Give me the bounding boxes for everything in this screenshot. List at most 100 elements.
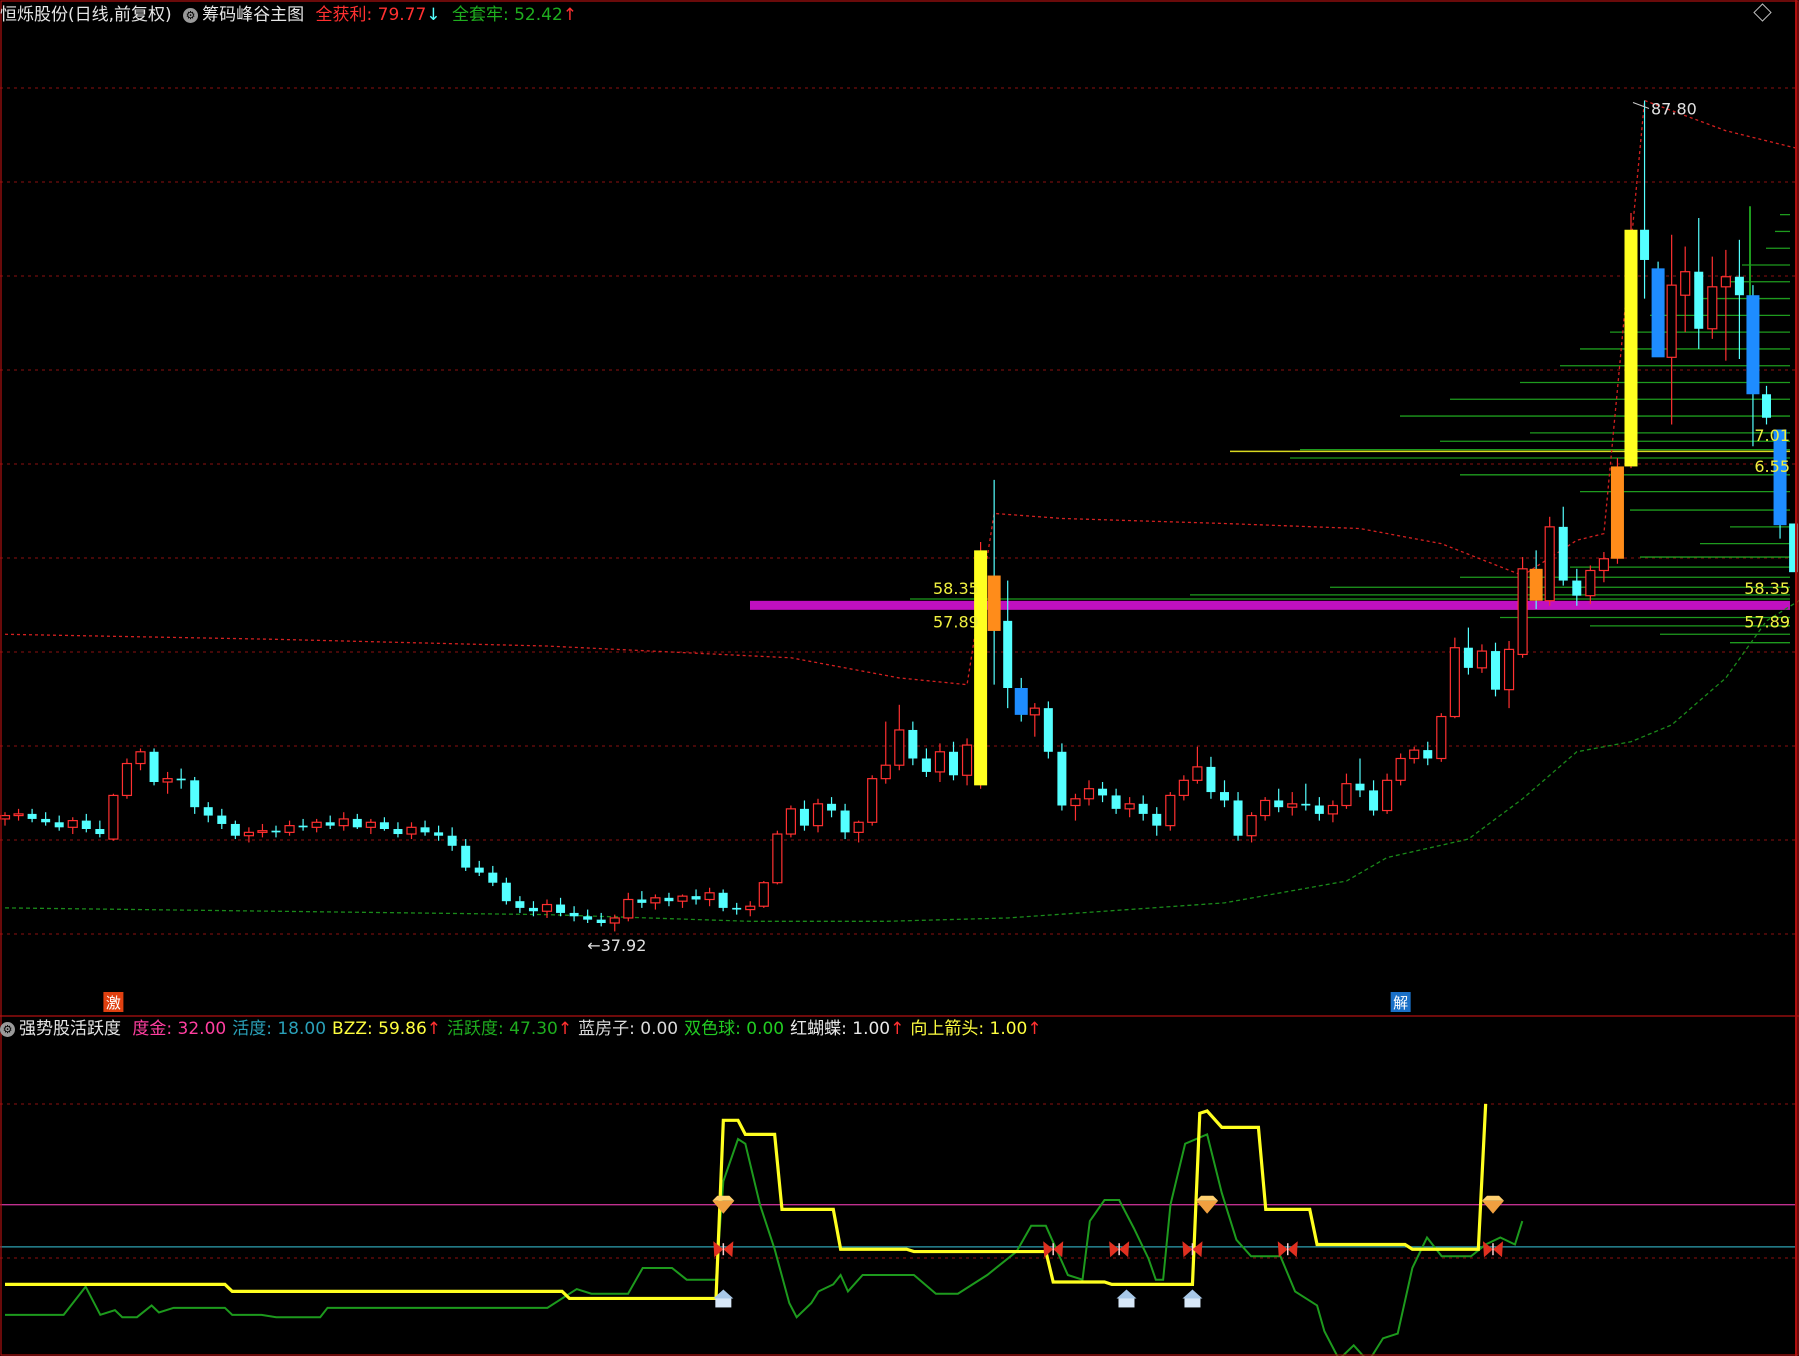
sub-value-item: 向上箭头: 1.00↑ (910, 1019, 1041, 1039)
candle (772, 830, 783, 885)
candle (677, 894, 688, 908)
sub-value-label: 蓝房子: (578, 1019, 635, 1039)
profit-arrow: ↓ (426, 5, 441, 25)
sub-value-label: 活跃度: (447, 1019, 504, 1039)
candle-body (54, 822, 64, 828)
candle-body (880, 764, 891, 780)
main-header: 恒烁股份(日线,前复权) ⚙ 筹码峰谷主图 全获利: 79.77↓ 全套牢: 52… (0, 2, 583, 28)
candle (1395, 753, 1406, 786)
sub-value-item: 双色球: 0.00 (684, 1019, 784, 1039)
chart-canvas: 87.80 ←37.92 58.35 57.89 58.35 57.89 7.01 6.55 激… (0, 0, 1799, 1356)
candle (1640, 100, 1650, 299)
candle-body (772, 833, 783, 884)
candle (569, 906, 579, 922)
candle-body (704, 892, 715, 901)
candle-body (162, 778, 173, 783)
candle (1544, 516, 1555, 606)
candle (1529, 550, 1543, 610)
candle (149, 748, 159, 786)
candle (1165, 792, 1176, 831)
candle-body (1098, 788, 1108, 796)
candle-body (1585, 569, 1596, 597)
sub-header: ⚙ 强势股活跃度 度金: 32.00 活度: 18.00 BZZ: 59.86↑ 活跃度… (0, 1016, 1054, 1042)
candle-body (528, 907, 538, 912)
candle (1043, 701, 1053, 759)
butterfly-marker (713, 1241, 734, 1258)
candle-body (949, 751, 958, 776)
candle-body (650, 897, 661, 904)
sub-settings-icon[interactable]: ⚙ (0, 1021, 15, 1037)
candle-body-highlight (1529, 568, 1543, 601)
candle-body (1680, 271, 1691, 296)
candle (732, 902, 742, 915)
indicator-name[interactable]: 筹码峰谷主图 (202, 5, 304, 25)
candle (1355, 758, 1365, 798)
candle (1287, 792, 1298, 816)
candle-body (1057, 751, 1067, 806)
candle (1503, 641, 1515, 709)
candle-body (1124, 803, 1135, 810)
sub-indicator-name[interactable]: 强势股活跃度 (19, 1019, 121, 1039)
candle (1192, 746, 1203, 784)
candle-body (1287, 803, 1298, 808)
candle (853, 820, 864, 843)
candle-body-highlight (987, 575, 1001, 631)
candle (1610, 458, 1624, 564)
candle-body (840, 810, 850, 833)
candle (27, 808, 37, 823)
candle (162, 771, 173, 794)
candle-body (677, 895, 688, 902)
sub-value-label: 度金: (132, 1019, 173, 1039)
candle-body-highlight (1746, 295, 1760, 395)
candle (108, 793, 119, 841)
candle-body (1314, 805, 1324, 814)
candle-body (732, 907, 742, 910)
candle-body (718, 892, 728, 908)
right-7-label: 7.01 (1754, 426, 1790, 445)
candle-body (908, 729, 918, 759)
candle (1449, 637, 1460, 719)
sub-value-label: 双色球: (684, 1019, 741, 1039)
candle (365, 818, 376, 835)
candle (664, 892, 674, 907)
butterfly-marker (1182, 1241, 1203, 1258)
candle-body (1395, 757, 1406, 781)
candle (271, 825, 281, 838)
candle-body (1544, 526, 1555, 602)
candle (1369, 780, 1379, 816)
candle (230, 820, 240, 840)
indicator-settings-icon[interactable]: ⚙ (183, 7, 199, 23)
candle-body (596, 919, 606, 923)
candle-body (609, 917, 620, 924)
candle-body (0, 814, 11, 820)
candle (583, 909, 593, 923)
candle-body (135, 751, 146, 765)
candle (95, 820, 105, 838)
house-marker (1116, 1289, 1137, 1308)
candle (0, 812, 11, 826)
candle-body (1355, 783, 1365, 791)
candle (1233, 792, 1243, 841)
candle (1083, 780, 1095, 806)
butterfly-marker (1277, 1241, 1298, 1258)
candle-body (379, 822, 389, 829)
candle-body (556, 904, 566, 913)
candle (556, 897, 566, 917)
candle-body (1043, 708, 1053, 752)
candle (1463, 627, 1473, 675)
candle-body (203, 807, 213, 816)
sub-value-item: 红蝴蝶: 1.00↑ (790, 1019, 904, 1039)
candle (1624, 212, 1638, 469)
stock-title[interactable]: 恒烁股份(日线,前复权) (0, 5, 172, 25)
candle (1746, 285, 1760, 447)
candle (799, 800, 809, 831)
candle-body (447, 835, 457, 846)
candle-body (271, 830, 281, 833)
candle-body (1503, 648, 1515, 691)
candle-body (1463, 647, 1473, 668)
candle (1111, 788, 1121, 814)
high-pointer (1632, 102, 1650, 109)
candle-body (243, 831, 254, 837)
candle (1014, 677, 1028, 722)
candle (352, 813, 362, 829)
